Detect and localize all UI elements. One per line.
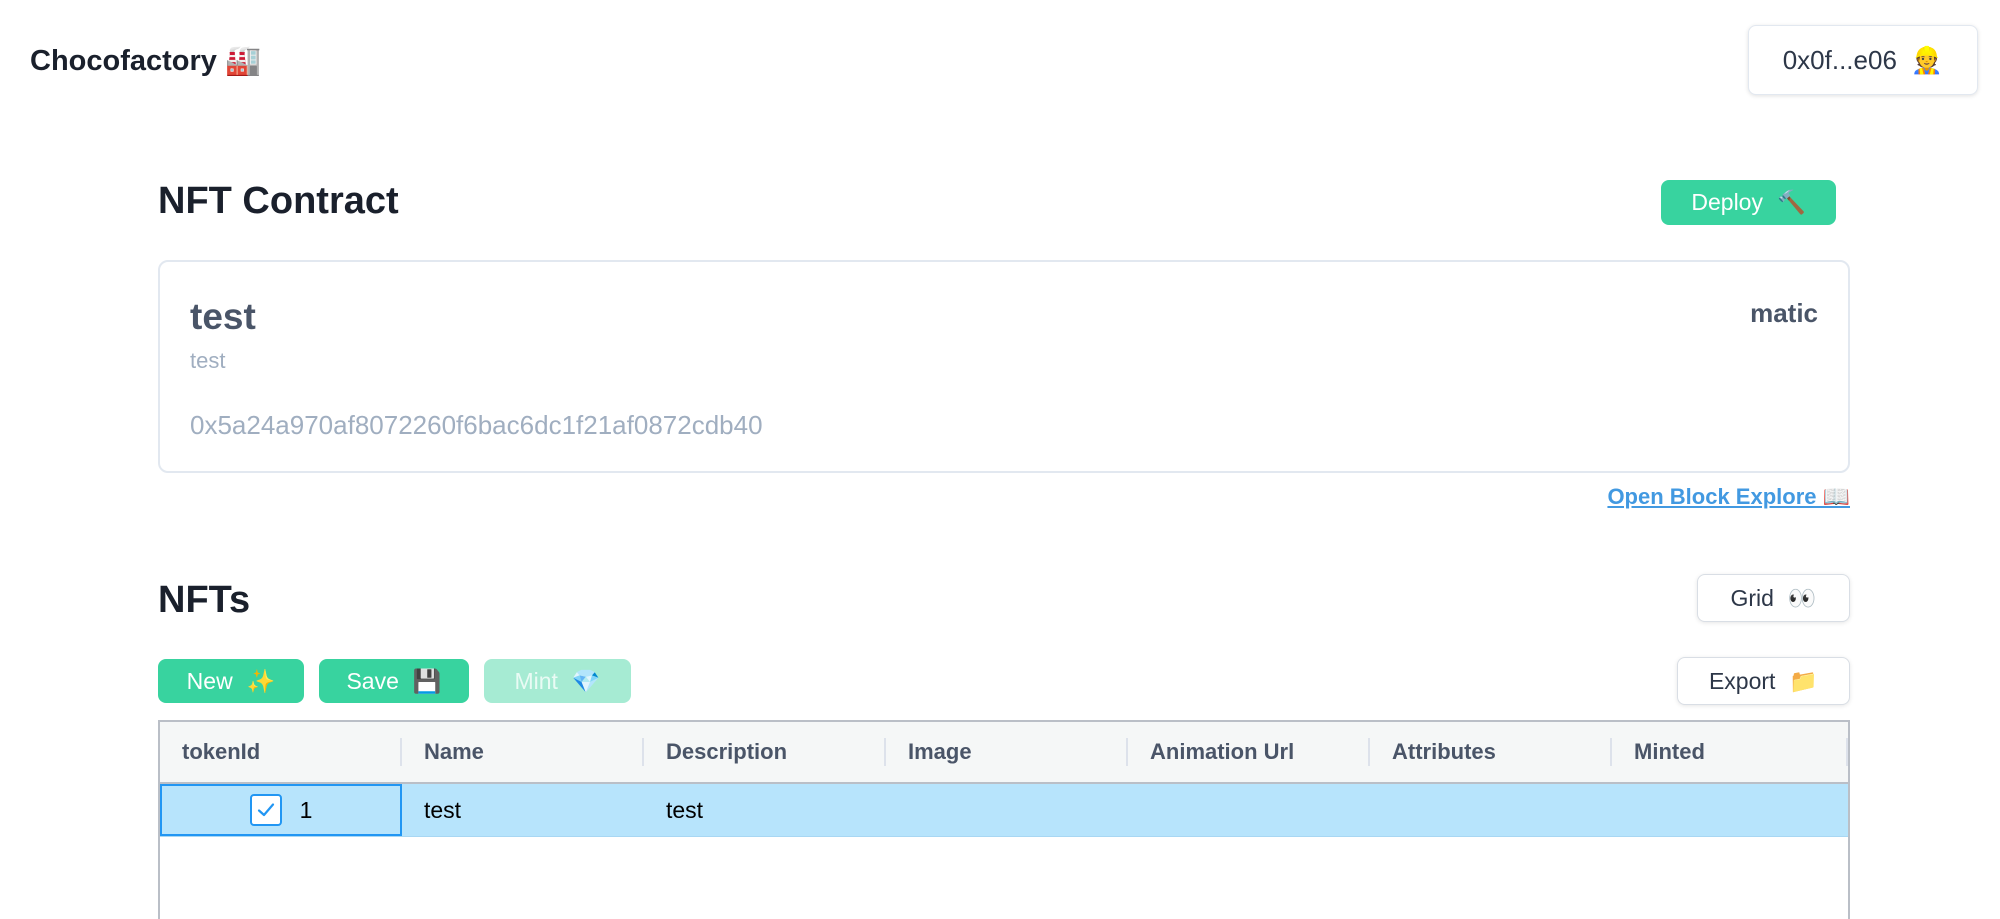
image-cell[interactable] (886, 784, 1128, 836)
column-header-name[interactable]: Name (402, 722, 644, 782)
open-block-explorer-link[interactable]: Open Block Explore 📖 (1607, 484, 1850, 510)
eyes-icon: 👀 (1787, 584, 1817, 611)
hammer-icon: 🔨 (1776, 189, 1806, 215)
contract-address: 0x5a24a970af8072260f6bac6dc1f21af0872cdb… (190, 410, 763, 440)
gem-icon: 💎 (571, 667, 601, 694)
new-button[interactable]: New ✨ (158, 659, 304, 703)
floppy-disk-icon: 💾 (412, 667, 442, 694)
column-header-image[interactable]: Image (886, 722, 1128, 782)
description-cell[interactable]: test (644, 784, 886, 836)
column-header-attributes[interactable]: Attributes (1370, 722, 1612, 782)
save-label: Save (346, 667, 399, 694)
mint-label: Mint (514, 667, 558, 694)
nft-table: tokenId Name Description Image Animation… (158, 720, 1850, 919)
export-button[interactable]: Export 📁 (1677, 657, 1850, 705)
grid-view-button[interactable]: Grid 👀 (1697, 574, 1850, 622)
row-select-checkbox[interactable] (249, 794, 282, 826)
column-header-animation-url[interactable]: Animation Url (1128, 722, 1370, 782)
folder-icon: 📁 (1789, 667, 1819, 694)
contract-card: test test 0x5a24a970af8072260f6bac6dc1f2… (158, 260, 1850, 473)
checkmark-icon (257, 803, 274, 817)
nfts-section-title: NFTs (158, 579, 251, 621)
wallet-address: 0x0f...e06 (1782, 44, 1897, 75)
tokenid-cell[interactable]: 1 (160, 784, 402, 836)
column-header-description[interactable]: Description (644, 722, 886, 782)
save-button[interactable]: Save 💾 (319, 659, 469, 703)
table-row[interactable]: 1 test test (160, 784, 1848, 837)
new-label: New (186, 667, 233, 694)
column-header-minted[interactable]: Minted (1612, 722, 1848, 782)
minted-cell[interactable] (1612, 784, 1848, 836)
animation-url-cell[interactable] (1128, 784, 1370, 836)
name-cell[interactable]: test (402, 784, 644, 836)
deploy-label: Deploy (1691, 189, 1763, 215)
sparkles-icon: ✨ (246, 667, 276, 694)
contract-name: test (190, 296, 256, 337)
export-label: Export (1708, 667, 1776, 694)
worker-icon: 👷 (1910, 44, 1944, 75)
column-header-tokenid[interactable]: tokenId (160, 722, 402, 782)
grid-label: Grid (1730, 584, 1774, 611)
table-header: tokenId Name Description Image Animation… (160, 722, 1848, 784)
contract-symbol: test (190, 348, 226, 373)
tokenid-value: 1 (299, 796, 313, 823)
app-brand: Chocofactory 🏭 (30, 45, 262, 77)
attributes-cell[interactable] (1370, 784, 1612, 836)
mint-button[interactable]: Mint 💎 (484, 659, 631, 703)
wallet-button[interactable]: 0x0f...e06 👷 (1748, 25, 1978, 95)
contract-network: matic (1750, 298, 1818, 328)
deploy-button[interactable]: Deploy 🔨 (1661, 180, 1836, 225)
contract-section-title: NFT Contract (158, 180, 399, 222)
